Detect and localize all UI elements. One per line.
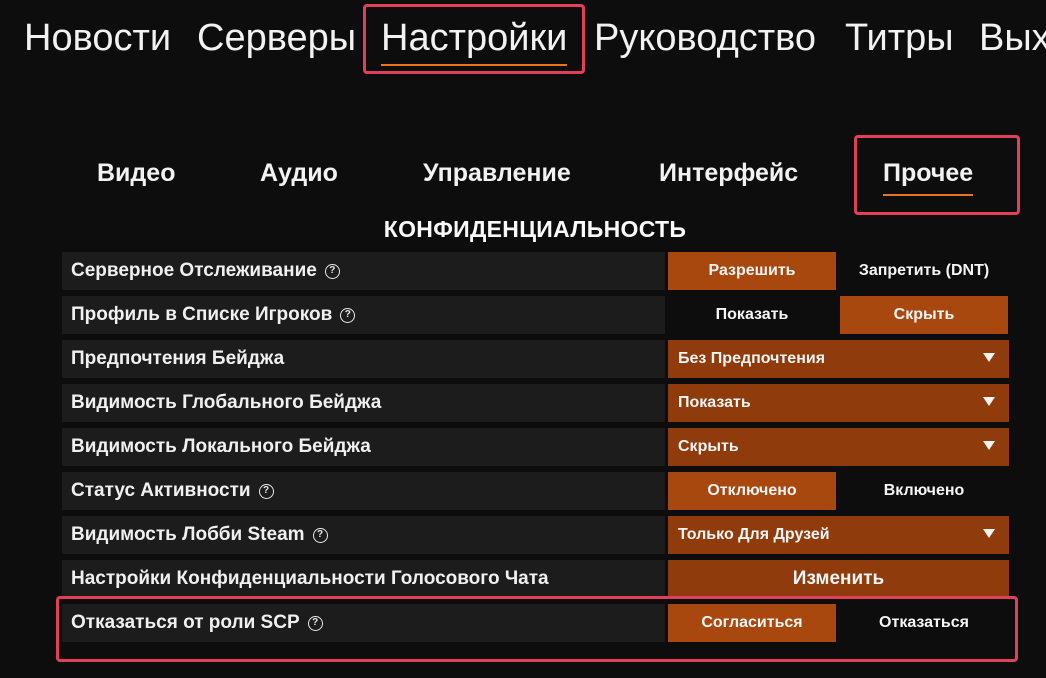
setting-label-text: Отказаться от роли SCP (71, 612, 300, 633)
setting-row-steam-lobby-visibility: Видимость Лобби Steam ? Только Для Друзе… (62, 516, 1010, 554)
subtab-interface[interactable]: Интерфейс (659, 156, 798, 190)
help-icon[interactable]: ? (307, 615, 323, 631)
subtab-controls[interactable]: Управление (423, 156, 571, 190)
dropdown-value: Скрыть (678, 438, 739, 455)
setting-label: Видимость Лобби Steam ? (62, 516, 665, 554)
setting-label: Статус Активности ? (62, 472, 665, 510)
tab-servers[interactable]: Серверы (197, 16, 356, 60)
dropdown-value: Показать (678, 394, 751, 411)
toggle-group: Разрешить Запретить (DNT) (668, 252, 1010, 290)
subtab-other-label: Прочее (883, 159, 974, 187)
setting-label-text: Предпочтения Бейджа (71, 348, 285, 369)
help-icon[interactable]: ? (324, 263, 340, 279)
help-icon[interactable]: ? (312, 527, 328, 543)
setting-row-local-badge-visibility: Видимость Локального Бейджа Скрыть (62, 428, 1010, 466)
active-tab-underline (381, 64, 568, 66)
toggle-group: Отключено Включено (668, 472, 1010, 510)
option-show[interactable]: Показать (668, 296, 836, 334)
subtab-other[interactable]: Прочее (883, 156, 974, 196)
setting-row-scp-opt-out: Отказаться от роли SCP ? Согласиться Отк… (62, 604, 1010, 642)
tab-settings-label: Настройки (381, 17, 568, 59)
option-enabled[interactable]: Включено (840, 472, 1008, 510)
setting-label: Настройки Конфиденциальности Голосового … (62, 560, 665, 598)
local-badge-dropdown[interactable]: Скрыть (668, 428, 1009, 466)
setting-label-text: Видимость Локального Бейджа (71, 436, 371, 457)
setting-label-text: Серверное Отслеживание (71, 260, 317, 281)
option-allow[interactable]: Разрешить (668, 252, 836, 290)
setting-label-text: Профиль в Списке Игроков (71, 304, 333, 325)
dropdown-container: Только Для Друзей (668, 516, 1010, 554)
dropdown-arrow-icon (983, 529, 995, 538)
help-icon[interactable]: ? (258, 483, 274, 499)
dropdown-arrow-icon (983, 353, 995, 362)
option-agree[interactable]: Согласиться (668, 604, 836, 642)
setting-label: Предпочтения Бейджа (62, 340, 665, 378)
toggle-group: Согласиться Отказаться (668, 604, 1010, 642)
tab-settings[interactable]: Настройки (381, 16, 568, 66)
setting-row-player-list-profile: Профиль в Списке Игроков ? Показать Скры… (62, 296, 1010, 334)
dropdown-value: Без Предпочтения (678, 350, 826, 367)
tab-credits[interactable]: Титры (845, 16, 954, 60)
dropdown-container: Без Предпочтения (668, 340, 1010, 378)
tab-news[interactable]: Новости (24, 16, 171, 60)
dropdown-arrow-icon (983, 397, 995, 406)
edit-button[interactable]: Изменить (668, 560, 1009, 598)
subtab-video[interactable]: Видео (97, 156, 175, 190)
global-badge-dropdown[interactable]: Показать (668, 384, 1009, 422)
option-disabled[interactable]: Отключено (668, 472, 836, 510)
tab-exit[interactable]: Выход (979, 16, 1046, 60)
setting-label-text: Статус Активности (71, 480, 251, 501)
dropdown-container: Показать (668, 384, 1010, 422)
dropdown-value: Только Для Друзей (678, 526, 830, 543)
top-nav: Новости Серверы Настройки Руководство Ти… (0, 0, 1046, 80)
button-container: Изменить (668, 560, 1010, 598)
setting-label: Видимость Глобального Бейджа (62, 384, 665, 422)
setting-label: Видимость Локального Бейджа (62, 428, 665, 466)
setting-label: Профиль в Списке Игроков ? (62, 296, 665, 334)
setting-label: Серверное Отслеживание ? (62, 252, 665, 290)
tab-guide[interactable]: Руководство (594, 16, 816, 60)
steam-lobby-dropdown[interactable]: Только Для Друзей (668, 516, 1009, 554)
setting-row-server-tracking: Серверное Отслеживание ? Разрешить Запре… (62, 252, 1010, 290)
badge-preference-dropdown[interactable]: Без Предпочтения (668, 340, 1009, 378)
setting-label-text: Видимость Лобби Steam (71, 524, 305, 545)
setting-row-activity-status: Статус Активности ? Отключено Включено (62, 472, 1010, 510)
dropdown-arrow-icon (983, 441, 995, 450)
option-deny-dnt[interactable]: Запретить (DNT) (840, 252, 1008, 290)
help-icon[interactable]: ? (340, 307, 356, 323)
option-hide[interactable]: Скрыть (840, 296, 1008, 334)
setting-label-text: Видимость Глобального Бейджа (71, 392, 382, 413)
subtab-audio[interactable]: Аудио (260, 156, 338, 190)
dropdown-container: Скрыть (668, 428, 1010, 466)
active-subtab-underline (883, 194, 974, 196)
setting-label-text: Настройки Конфиденциальности Голосового … (71, 568, 549, 589)
toggle-group: Показать Скрыть (668, 296, 1010, 334)
setting-label: Отказаться от роли SCP ? (62, 604, 665, 642)
section-title: КОНФИДЕНЦИАЛЬНОСТЬ (383, 216, 687, 242)
setting-row-voice-chat-privacy: Настройки Конфиденциальности Голосового … (62, 560, 1010, 598)
setting-row-global-badge-visibility: Видимость Глобального Бейджа Показать (62, 384, 1010, 422)
setting-row-badge-preference: Предпочтения Бейджа Без Предпочтения (62, 340, 1010, 378)
option-refuse[interactable]: Отказаться (840, 604, 1008, 642)
